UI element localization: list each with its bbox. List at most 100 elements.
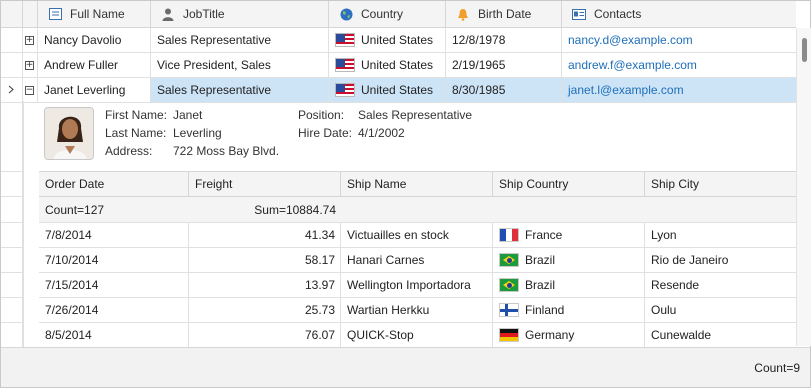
cell-contact-link[interactable]: andrew.f@example.com (562, 53, 796, 77)
cell-birth-date[interactable]: 8/30/1985 (446, 78, 562, 102)
ship-country-label: Germany (525, 328, 575, 342)
us-flag-icon (335, 33, 355, 47)
expander-header (23, 1, 38, 27)
cell-freight[interactable]: 25.73 (189, 298, 341, 322)
order-row[interactable]: 8/5/2014 76.07 QUICK-Stop Germany Cunewa… (39, 323, 797, 347)
column-label: Contacts (594, 7, 642, 21)
cell-ship-name[interactable]: Wartian Herkku (341, 298, 493, 322)
address-label: Address: (105, 144, 153, 158)
column-header-freight[interactable]: Freight (189, 172, 341, 196)
cell-order-date[interactable]: 7/10/2014 (39, 248, 189, 272)
table-row-selected[interactable]: − Janet Leverling Sales Representative U… (1, 78, 796, 103)
last-name-value: Leverling (173, 126, 222, 140)
cell-full-name[interactable]: Nancy Davolio (38, 28, 151, 52)
cell-ship-country[interactable]: Germany (493, 323, 645, 347)
column-label: Country (361, 7, 404, 21)
order-row[interactable]: 7/26/2014 25.73 Wartian Herkku Finland O… (39, 298, 797, 323)
column-header-birth-date[interactable]: Birth Date (446, 1, 562, 27)
first-name-value: Janet (173, 108, 203, 122)
cell-ship-name[interactable]: Victuailles en stock (341, 223, 493, 247)
country-label: United States (361, 83, 434, 97)
column-header-ship-name[interactable]: Ship Name (341, 172, 493, 196)
cell-job-title[interactable]: Sales Representative (151, 28, 329, 52)
indicator-segment (1, 323, 23, 347)
order-row[interactable]: 7/10/2014 58.17 Hanari Carnes Brazil Rio… (39, 248, 797, 273)
scrollbar-thumb[interactable] (802, 38, 807, 62)
person-icon (161, 7, 175, 21)
cell-birth-date[interactable]: 2/19/1965 (446, 53, 562, 77)
cell-contact-link[interactable]: janet.l@example.com (562, 78, 796, 102)
cell-job-title[interactable]: Vice President, Sales (151, 53, 329, 77)
cell-ship-city[interactable]: Oulu (645, 298, 797, 322)
cell-ship-city[interactable]: Lyon (645, 223, 797, 247)
name-icon (48, 7, 62, 21)
employee-photo (44, 107, 94, 160)
expand-button[interactable]: + (23, 28, 38, 52)
cell-freight[interactable]: 76.07 (189, 323, 341, 347)
cell-ship-country[interactable]: Finland (493, 298, 645, 322)
cell-ship-name[interactable]: Wellington Importadora (341, 273, 493, 297)
last-name-label: Last Name: (105, 126, 167, 140)
brazil-flag-icon (499, 278, 519, 292)
column-label: JobTitle (183, 7, 225, 21)
summary-sum: Sum=10884.74 (254, 202, 336, 217)
cell-job-title[interactable]: Sales Representative (151, 78, 329, 102)
country-label: United States (361, 58, 434, 72)
order-row[interactable]: 7/15/2014 13.97 Wellington Importadora B… (39, 273, 797, 298)
cell-country[interactable]: United States (329, 78, 446, 102)
column-header-job-title[interactable]: JobTitle (151, 1, 329, 27)
cell-country[interactable]: United States (329, 53, 446, 77)
expand-button[interactable]: + (23, 53, 38, 77)
cell-ship-city[interactable]: Resende (645, 273, 797, 297)
cell-ship-country[interactable]: Brazil (493, 273, 645, 297)
cell-freight[interactable]: 13.97 (189, 273, 341, 297)
ship-country-label: Finland (525, 303, 565, 317)
indicator-segment (1, 273, 23, 298)
cell-contact-link[interactable]: nancy.d@example.com (562, 28, 796, 52)
column-header-full-name[interactable]: Full Name (38, 1, 151, 27)
indicator-segment (1, 172, 23, 197)
cell-ship-country[interactable]: Brazil (493, 248, 645, 272)
cell-ship-country[interactable]: France (493, 223, 645, 247)
hire-date-label: Hire Date: (298, 126, 353, 140)
cell-freight[interactable]: 41.34 (189, 223, 341, 247)
position-value: Sales Representative (358, 108, 473, 122)
column-header-ship-country[interactable]: Ship Country (493, 172, 645, 196)
indicator-segment (1, 248, 23, 273)
address-value: 722 Moss Bay Blvd. (173, 144, 280, 158)
column-header-order-date[interactable]: Order Date (39, 172, 189, 196)
cell-ship-name[interactable]: QUICK-Stop (341, 323, 493, 347)
ship-country-label: France (525, 228, 563, 242)
cell-order-date[interactable]: 8/5/2014 (39, 323, 189, 347)
cell-order-date[interactable]: 7/8/2014 (39, 223, 189, 247)
contact-card-icon (572, 7, 586, 21)
us-flag-icon (335, 58, 355, 72)
cell-ship-city[interactable]: Cunewalde (645, 323, 797, 347)
vertical-scrollbar[interactable] (796, 28, 811, 346)
cell-order-date[interactable]: 7/26/2014 (39, 298, 189, 322)
cell-country[interactable]: United States (329, 28, 446, 52)
position-label: Position: (298, 108, 345, 122)
table-row[interactable]: + Nancy Davolio Sales Representative Uni… (1, 28, 796, 53)
orders-summary-row: Count=127 Sum=10884.74 (39, 197, 797, 223)
cell-order-date[interactable]: 7/15/2014 (39, 273, 189, 297)
cell-full-name[interactable]: Andrew Fuller (38, 53, 151, 77)
grid-header: Full Name JobTitle Country Birth Date Co… (1, 1, 796, 28)
column-header-contacts[interactable]: Contacts (562, 1, 796, 27)
column-header-country[interactable]: Country (329, 1, 446, 27)
indicator-segment (1, 223, 23, 248)
column-header-ship-city[interactable]: Ship City (645, 172, 797, 196)
order-row[interactable]: 7/8/2014 41.34 Victuailles en stock Fran… (39, 223, 797, 248)
cell-ship-name[interactable]: Hanari Carnes (341, 248, 493, 272)
table-row[interactable]: + Andrew Fuller Vice President, Sales Un… (1, 53, 796, 78)
ship-country-label: Brazil (525, 253, 556, 267)
cell-full-name[interactable]: Janet Leverling (38, 78, 151, 102)
orders-grid-header: Order Date Freight Ship Name Ship Countr… (39, 171, 797, 197)
cell-birth-date[interactable]: 12/8/1978 (446, 28, 562, 52)
cell-freight[interactable]: 58.17 (189, 248, 341, 272)
column-label: Birth Date (478, 7, 532, 21)
cell-ship-city[interactable]: Rio de Janeiro (645, 248, 797, 272)
collapse-button[interactable]: − (23, 78, 38, 102)
indicator-segment (1, 197, 23, 223)
grid-footer: Count=9 (1, 347, 810, 387)
